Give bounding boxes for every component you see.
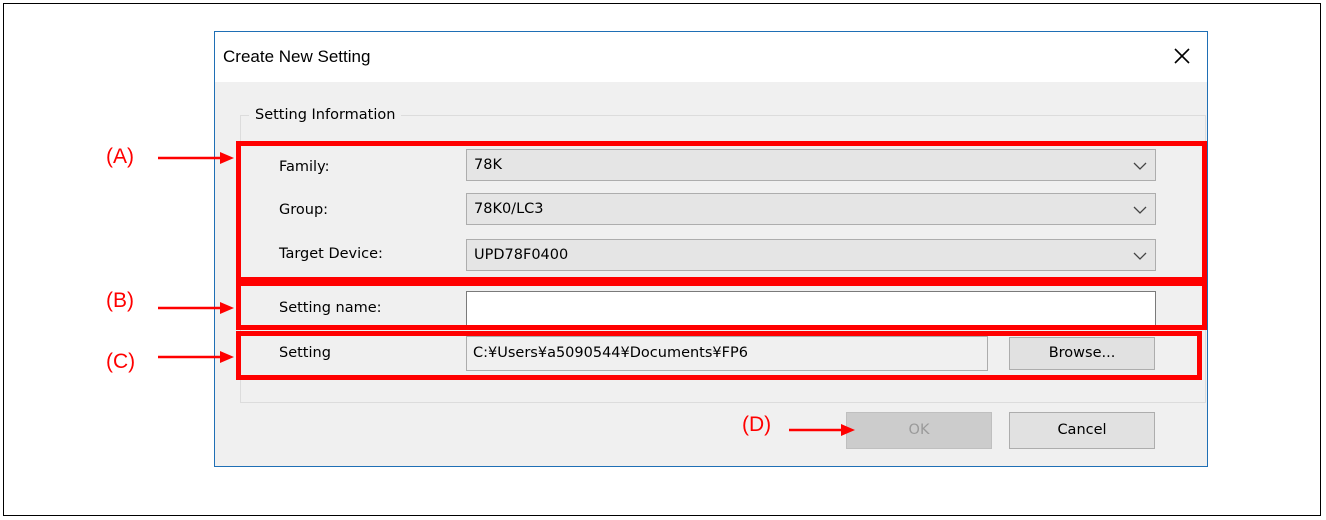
highlight-box-c	[236, 331, 1202, 380]
callout-c-arrow	[158, 351, 234, 363]
callout-c-label: (C)	[106, 350, 136, 373]
ok-button[interactable]: OK	[846, 412, 992, 449]
title-bar: Create New Setting	[215, 32, 1207, 82]
callout-a-label: (A)	[106, 145, 134, 168]
callout-d-arrow	[789, 424, 855, 436]
callout-b-arrow	[158, 302, 234, 314]
callout-a-arrow	[158, 152, 234, 164]
callout-d-label: (D)	[742, 413, 772, 436]
close-icon[interactable]	[1170, 44, 1194, 68]
highlight-box-b	[236, 281, 1207, 330]
highlight-box-a	[236, 141, 1207, 282]
cancel-button[interactable]: Cancel	[1009, 412, 1155, 449]
callout-b-label: (B)	[106, 289, 134, 312]
dialog-title: Create New Setting	[223, 47, 371, 66]
group-title: Setting Information	[249, 107, 402, 123]
